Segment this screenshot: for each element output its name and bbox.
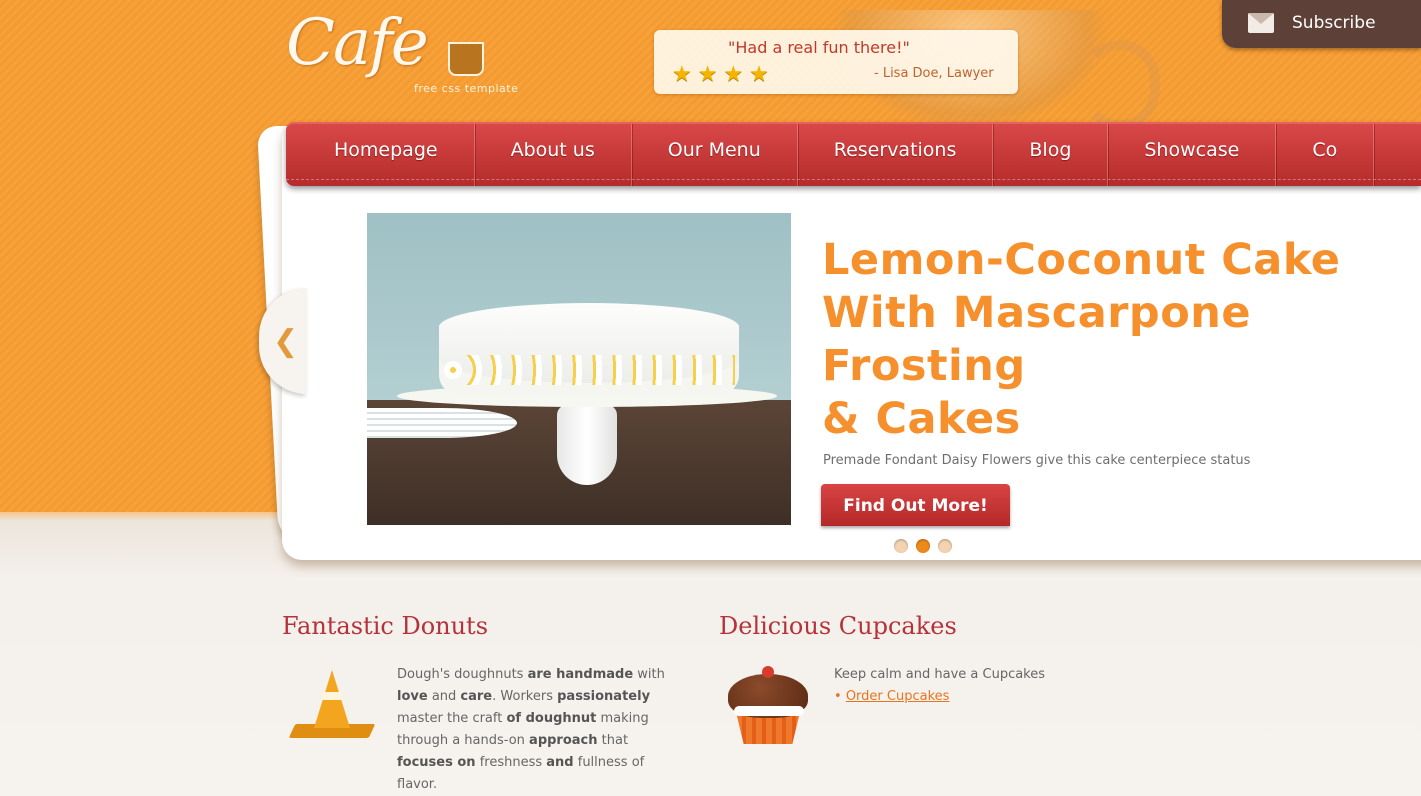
- slider-pagination: [894, 539, 952, 553]
- daisy-decoration: [443, 355, 735, 385]
- content-background: [0, 520, 1421, 796]
- cake-stand: [557, 405, 617, 485]
- nav-item-our-menu[interactable]: Our Menu: [632, 124, 798, 186]
- slider-dot[interactable]: [938, 539, 952, 553]
- donuts-text-fragment: freshness: [475, 755, 547, 770]
- nav-stitch: [286, 179, 1421, 180]
- link-bullet: •: [834, 689, 842, 704]
- testimonial-author: - Lisa Doe, Lawyer: [874, 66, 994, 81]
- donuts-text-fragment: and: [427, 689, 461, 704]
- traffic-cone-icon: [288, 670, 376, 742]
- site-logo[interactable]: Cafe free css template: [286, 6, 546, 106]
- donuts-text-fragment: love: [397, 689, 428, 704]
- plates-decoration: [367, 408, 517, 438]
- subscribe-button[interactable]: Subscribe: [1222, 0, 1421, 48]
- order-cupcakes-row: • Order Cupcakes: [834, 686, 1134, 708]
- cupcake-icon: [724, 666, 814, 746]
- donuts-text-fragment: of doughnut: [506, 711, 597, 726]
- subscribe-label: Subscribe: [1292, 13, 1376, 33]
- logo-subtitle: free css template: [414, 82, 519, 95]
- nav-item-blog[interactable]: Blog: [993, 124, 1109, 186]
- nav-item-homepage[interactable]: Homepage: [298, 124, 475, 186]
- donuts-text-fragment: . Workers: [492, 689, 558, 704]
- find-out-more-button[interactable]: Find Out More!: [821, 484, 1010, 526]
- cupcakes-text: Keep calm and have a Cupcakes: [834, 667, 1046, 682]
- coffee-cup-handle-decoration: [1080, 40, 1160, 130]
- donuts-text-fragment: and: [546, 755, 574, 770]
- donuts-text-fragment: that: [597, 733, 629, 748]
- slide-image-cake: [367, 213, 791, 525]
- logo-text: Cafe: [286, 6, 429, 80]
- envelope-icon: [1248, 13, 1274, 33]
- cupcakes-description: Keep calm and have a Cupcakes • Order Cu…: [834, 664, 1134, 708]
- nav-item-about-us[interactable]: About us: [475, 124, 632, 186]
- nav-item-co[interactable]: Co: [1276, 124, 1375, 186]
- donuts-text-fragment: master the craft: [397, 711, 507, 726]
- slider-dot[interactable]: [894, 539, 908, 553]
- order-cupcakes-link[interactable]: Order Cupcakes: [846, 689, 950, 704]
- testimonial-quote: "Had a real fun there!": [728, 38, 910, 57]
- chevron-left-icon: ❮: [273, 324, 299, 359]
- rating-stars: ★★★★: [672, 62, 775, 87]
- logo-cup-icon: [448, 42, 484, 76]
- cupcakes-heading: Delicious Cupcakes: [719, 612, 957, 640]
- donuts-text-fragment: approach: [529, 733, 598, 748]
- donuts-text-fragment: care: [460, 689, 493, 704]
- donuts-text-fragment: are handmade: [527, 667, 634, 682]
- nav-list: Homepage About us Our Menu Reservations Blog…: [298, 124, 1375, 186]
- donuts-text-fragment: with: [633, 667, 665, 682]
- donuts-text-fragment: focuses on: [397, 755, 476, 770]
- donuts-heading: Fantastic Donuts: [282, 612, 489, 640]
- main-nav: Homepage About us Our Menu Reservations Blog…: [286, 122, 1421, 186]
- slide-description: Premade Fondant Daisy Flowers give this …: [823, 453, 1251, 468]
- nav-item-reservations[interactable]: Reservations: [798, 124, 994, 186]
- donuts-description: Dough's doughnuts are handmade with love…: [397, 664, 667, 796]
- testimonial-box: "Had a real fun there!" ★★★★ - Lisa Doe,…: [654, 30, 1018, 94]
- donuts-text-fragment: Dough's doughnuts: [397, 667, 528, 682]
- nav-item-showcase[interactable]: Showcase: [1108, 124, 1277, 186]
- slide-title: Lemon-Coconut Cake With Mascarpone Frost…: [822, 235, 1341, 444]
- donuts-text-fragment: passionately: [557, 689, 651, 704]
- slider-dot[interactable]: [916, 539, 930, 553]
